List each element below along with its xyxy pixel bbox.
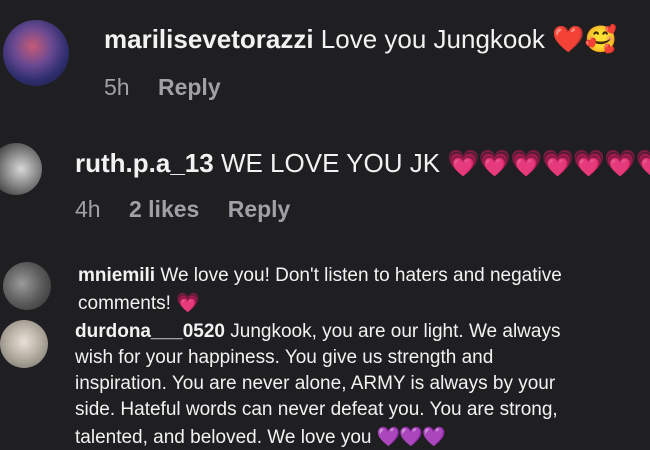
comment-body-line: wish for your happiness. You give us str… [75,347,493,369]
comment-username[interactable]: durdona___0520 [75,321,225,342]
comment-body-line: durdona___0520 Jungkook, you are our lig… [75,321,560,343]
comment-time: 5h [104,74,130,100]
comment-text: comments! [78,293,171,314]
comment-body-line: mniemili We love you! Don't listen to ha… [78,265,562,287]
emoji-heart-icon: ❤️🥰 [552,24,617,54]
comment-username[interactable]: marilisevetorazzi [104,24,314,54]
comment-body-line: talented, and beloved. We love you 💜💜💜 [75,425,446,449]
emoji-purple-hearts-icon: 💜💜💜 [376,427,446,448]
comment-text: WE LOVE YOU JK [220,148,441,178]
comment-text: wish for your happiness. You give us str… [75,347,494,368]
comment-body: marilisevetorazzi Love you Jungkook ❤️🥰 [104,24,617,55]
likes-count[interactable]: 2 likes [129,196,199,222]
reply-button[interactable]: Reply [228,196,291,222]
avatar[interactable] [3,20,69,86]
avatar[interactable] [0,143,42,195]
comment-meta: 4h 2 likes Reply [75,196,312,223]
comment-body-line: comments! 💗 [78,291,200,315]
reply-button[interactable]: Reply [158,74,221,100]
emoji-pink-heart-icon: 💗 [176,293,200,314]
comment-text: We love you! Don't listen to haters and … [160,265,562,286]
comment-body-line: inspiration. You are never alone, ARMY i… [75,373,555,395]
comment-username[interactable]: ruth.p.a_13 [75,148,214,178]
comment-time: 4h [75,196,101,222]
avatar[interactable] [3,262,51,310]
comment-body: ruth.p.a_13 WE LOVE YOU JK 💗💗💗💗💗💗💗 [75,148,650,179]
emoji-pink-hearts-icon: 💗💗💗💗💗💗💗 [447,148,650,178]
comment-meta: 5h Reply [104,74,243,101]
comment-body-line: side. Hateful words can never defeat you… [75,399,558,421]
comment-text: Jungkook, you are our light. We always [230,321,561,342]
avatar[interactable] [0,320,48,368]
comment-text: side. Hateful words can never defeat you… [75,399,558,420]
comment-text: Love you Jungkook [320,24,545,54]
comment-text: talented, and beloved. We love you [75,427,372,448]
comment-username[interactable]: mniemili [78,265,155,286]
comment-text: inspiration. You are never alone, ARMY i… [75,373,556,394]
